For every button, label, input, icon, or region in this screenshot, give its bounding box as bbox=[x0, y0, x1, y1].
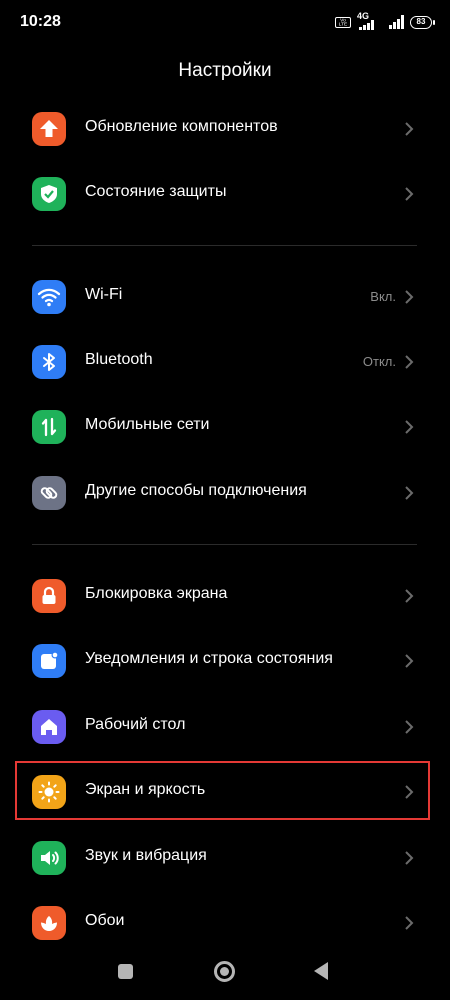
chevron-right-icon bbox=[405, 916, 414, 930]
status-bar: 10:28 Vo LTE 4G 83 bbox=[0, 0, 450, 44]
notification-icon bbox=[32, 644, 66, 678]
settings-item-component-updates[interactable]: Обновление компонентов bbox=[18, 99, 430, 159]
volte-icon: Vo LTE bbox=[335, 16, 351, 28]
settings-item-lock-screen[interactable]: Блокировка экрана bbox=[18, 566, 430, 626]
settings-item-label: Блокировка экрана bbox=[85, 585, 228, 602]
settings-item-wifi[interactable]: Wi-Fi Вкл. bbox=[18, 267, 430, 327]
settings-item-notifications[interactable]: Уведомления и строка состояния bbox=[18, 631, 430, 691]
battery-icon: 83 bbox=[410, 15, 435, 29]
chevron-right-icon bbox=[405, 355, 414, 369]
mobile-data-icon bbox=[32, 410, 66, 444]
settings-item-home-screen[interactable]: Рабочий стол bbox=[18, 697, 430, 757]
speaker-icon bbox=[32, 841, 66, 875]
settings-item-value: Откл. bbox=[362, 354, 396, 369]
link-icon bbox=[32, 476, 66, 510]
shield-check-icon bbox=[32, 177, 66, 211]
chevron-right-icon bbox=[405, 290, 414, 304]
settings-item-label: Уведомления и строка состояния bbox=[85, 650, 333, 667]
settings-item-label: Звук и вибрация bbox=[85, 847, 207, 864]
settings-item-label: Мобильные сети bbox=[85, 416, 210, 433]
network-4g-icon: 4G bbox=[357, 11, 383, 30]
settings-item-label: Обновление компонентов bbox=[85, 118, 278, 135]
clock: 10:28 bbox=[20, 13, 61, 30]
chevron-right-icon bbox=[405, 589, 414, 603]
chevron-right-icon bbox=[405, 720, 414, 734]
settings-item-label: Рабочий стол bbox=[85, 716, 186, 733]
settings-item-label: Состояние защиты bbox=[85, 183, 227, 200]
status-icons: Vo LTE 4G 83 bbox=[335, 11, 435, 32]
chevron-right-icon bbox=[405, 654, 414, 668]
settings-item-sound-vibration[interactable]: Звук и вибрация bbox=[18, 828, 430, 888]
page-title: Настройки bbox=[178, 60, 272, 81]
signal-strength-icon bbox=[389, 15, 404, 29]
arrow-up-icon bbox=[32, 112, 66, 146]
chevron-right-icon bbox=[405, 122, 414, 136]
recents-square-icon[interactable] bbox=[118, 964, 133, 979]
settings-item-bluetooth[interactable]: Bluetooth Откл. bbox=[18, 332, 430, 392]
section-divider bbox=[32, 544, 417, 545]
volte-label: Vo LTE bbox=[338, 17, 348, 27]
flower-icon bbox=[32, 906, 66, 940]
chevron-right-icon bbox=[405, 851, 414, 865]
settings-item-label: Другие способы подключения bbox=[85, 482, 307, 499]
section-divider bbox=[32, 245, 417, 246]
settings-item-protection-status[interactable]: Состояние защиты bbox=[18, 164, 430, 224]
navigation-bar bbox=[0, 945, 450, 1000]
settings-item-mobile-networks[interactable]: Мобильные сети bbox=[18, 397, 430, 457]
home-icon bbox=[32, 710, 66, 744]
settings-item-label: Обои bbox=[85, 912, 125, 929]
home-circle-icon[interactable] bbox=[214, 961, 235, 982]
back-triangle-icon[interactable] bbox=[314, 962, 328, 980]
chevron-right-icon bbox=[405, 420, 414, 434]
wifi-icon bbox=[32, 280, 66, 314]
lock-icon bbox=[32, 579, 66, 613]
settings-item-other-connections[interactable]: Другие способы подключения bbox=[18, 463, 430, 523]
settings-item-value: Вкл. bbox=[370, 289, 396, 304]
settings-item-wallpaper[interactable]: Обои bbox=[18, 893, 430, 953]
chevron-right-icon bbox=[405, 187, 414, 201]
highlight-box bbox=[15, 761, 430, 820]
settings-item-label: Bluetooth bbox=[85, 351, 153, 368]
chevron-right-icon bbox=[405, 486, 414, 500]
settings-item-label: Wi-Fi bbox=[85, 286, 123, 303]
bluetooth-icon bbox=[32, 345, 66, 379]
battery-level: 83 bbox=[416, 16, 426, 26]
